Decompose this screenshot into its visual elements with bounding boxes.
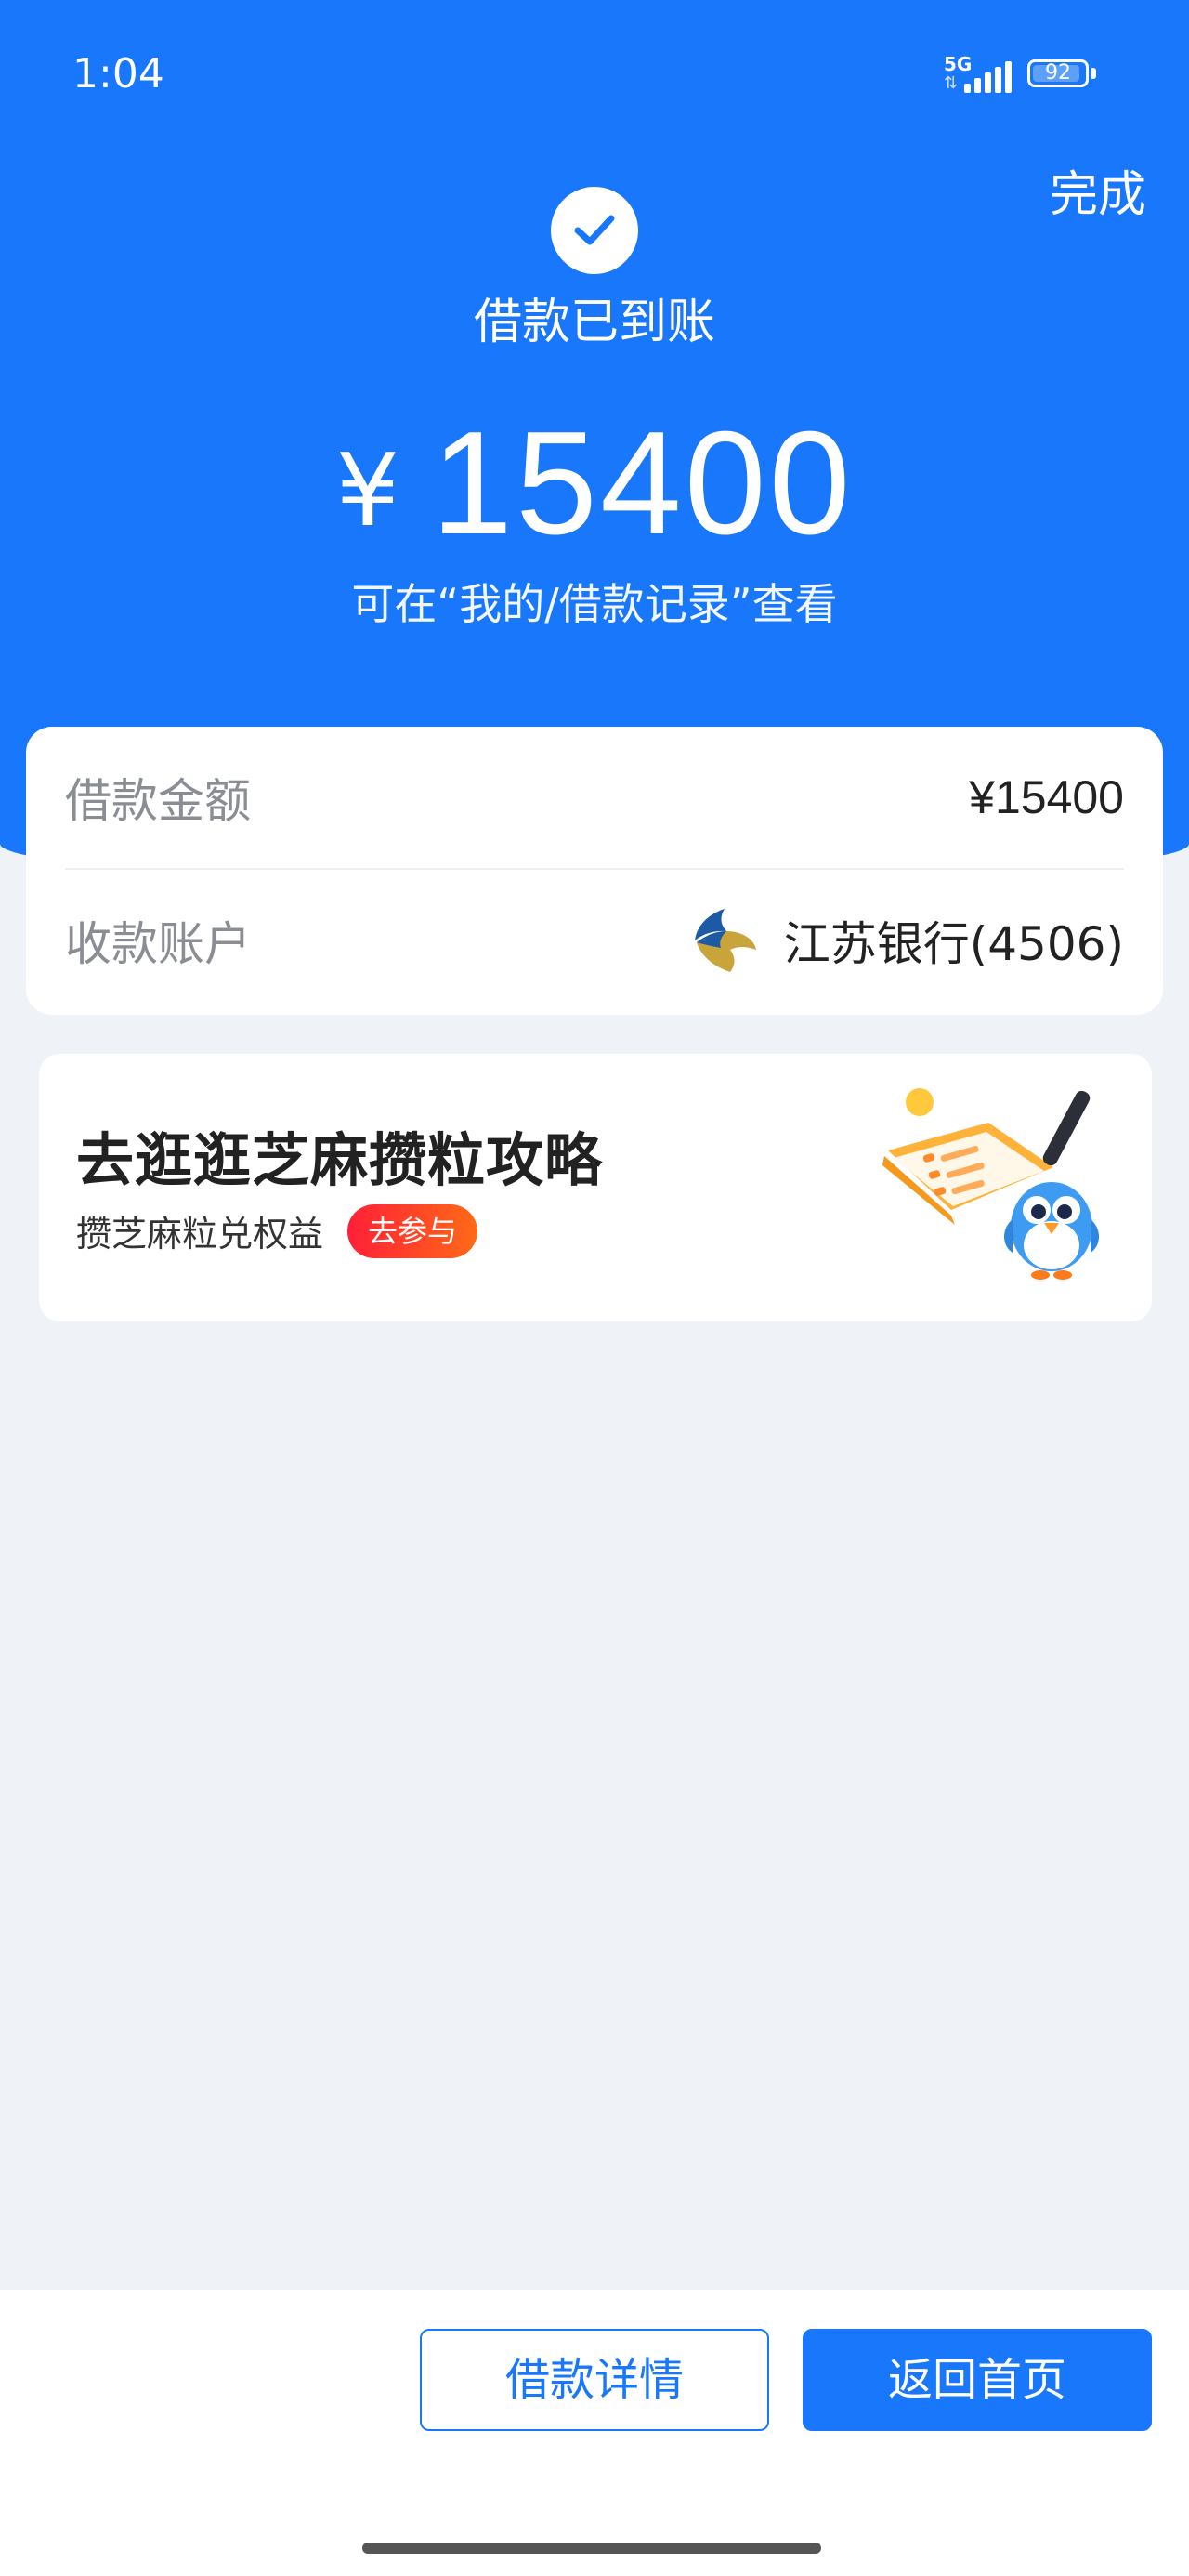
loan-amount: 15400 — [431, 401, 854, 565]
success-check-icon — [551, 187, 638, 274]
currency-symbol: ¥ — [335, 433, 400, 549]
success-title: 借款已到账 — [473, 295, 715, 350]
done-button[interactable]: 完成 — [1050, 165, 1146, 225]
promo-title: 去逛逛芝麻攒粒攻略 — [76, 1126, 604, 1194]
amount-row: 借款金额 ¥15400 — [65, 727, 1124, 870]
join-button[interactable]: 去参与 — [347, 1204, 478, 1258]
account-row: 收款账户 江苏银行(4506) — [65, 868, 1124, 1012]
promo-subtitle: 攒芝麻粒兑权益 — [76, 1214, 324, 1255]
loan-amount-display: ¥15400 — [0, 400, 1189, 568]
amount-value: ¥15400 — [969, 771, 1124, 823]
record-hint: 可在“我的/借款记录”查看 — [351, 579, 838, 629]
bottom-action-bar: 借款详情 返回首页 — [0, 2290, 1189, 2576]
signal-icon — [964, 61, 1012, 93]
loan-info-card: 借款金额 ¥15400 收款账户 江苏银行(4506) — [26, 727, 1163, 1015]
battery-percent: 92 — [1045, 61, 1071, 85]
amount-label: 借款金额 — [65, 774, 251, 828]
loan-details-button[interactable]: 借款详情 — [420, 2329, 769, 2431]
status-bar: 1:04 5G ⇅ 92 — [0, 0, 1189, 149]
account-value: 江苏银行(4506) — [783, 916, 1124, 971]
account-label: 收款账户 — [65, 916, 251, 971]
book-bird-mascot-icon — [882, 1088, 1099, 1280]
promo-banner[interactable]: 去逛逛芝麻攒粒攻略 攒芝麻粒兑权益 去参与 — [39, 1054, 1152, 1321]
battery-icon: 92 — [1027, 59, 1089, 87]
battery-tip — [1091, 68, 1096, 79]
status-icons: 5G ⇅ 92 — [944, 54, 1111, 99]
data-activity-icon: ⇅ — [944, 73, 959, 93]
home-indicator[interactable] — [362, 2543, 821, 2554]
account-value-group: 江苏银行(4506) — [689, 905, 1124, 976]
back-home-button[interactable]: 返回首页 — [803, 2329, 1152, 2431]
bank-logo-icon — [694, 908, 756, 972]
status-time: 1:04 — [72, 50, 164, 98]
